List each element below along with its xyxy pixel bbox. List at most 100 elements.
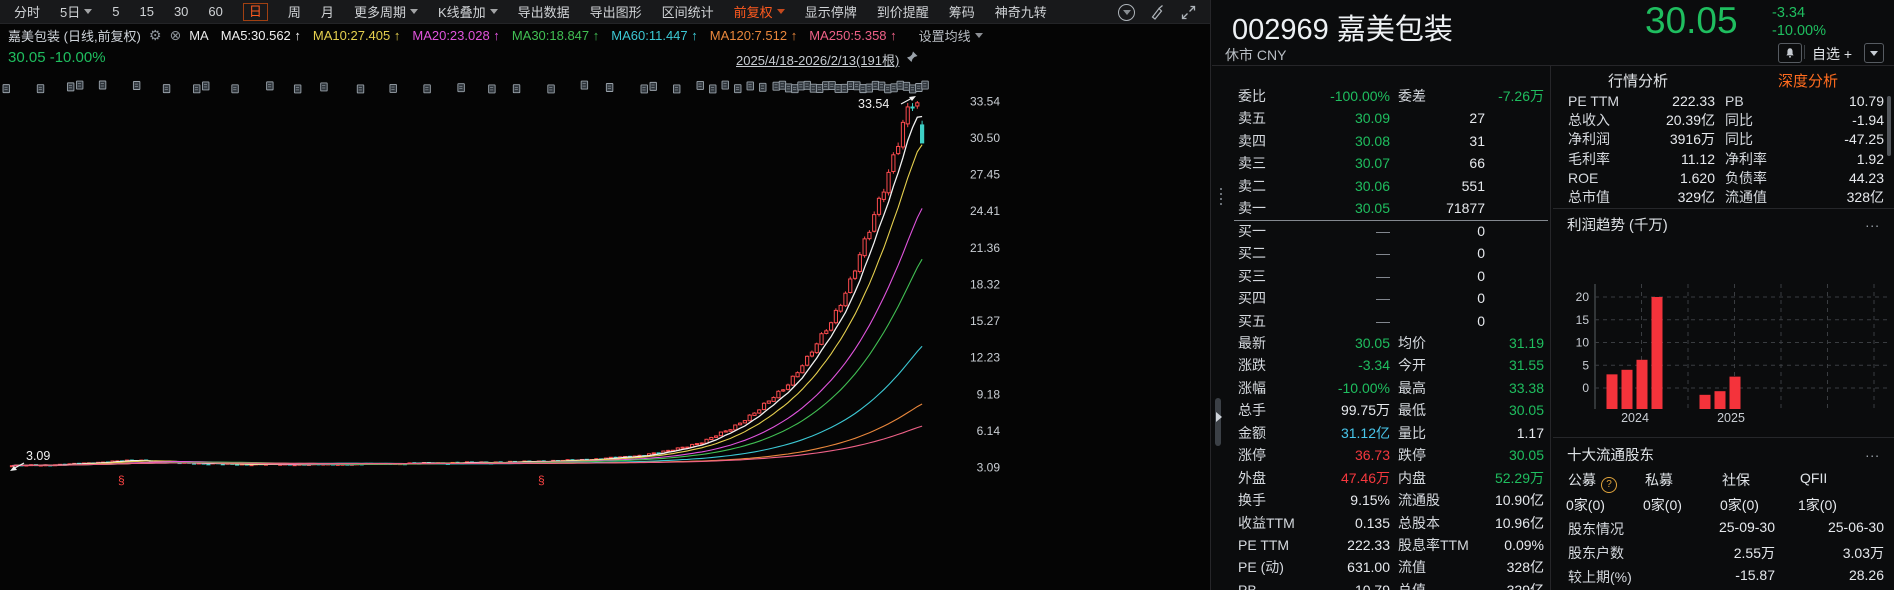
toolbar-item-周[interactable]: 周 [288,2,301,21]
watchlist-dropdown-button[interactable] [1864,43,1884,63]
history-dropdown-icon[interactable] [1118,4,1135,21]
stock-terminal-window: 分时 5日 5 15 30 60 日 周 月 更多周期 K线叠加 导出数据 导出图形 区间统计 前复权 显示停… [0,0,1894,590]
panel-divider[interactable] [1210,0,1211,590]
tab-market-analysis[interactable]: 行情分析 [1553,70,1723,91]
analysis-cell: 10.79 [1849,92,1884,110]
quote-row-卖三: 卖三30.0766 [1212,152,1548,174]
quote-cell: 631.00 [1347,556,1390,578]
quote-cell[interactable]: 30.08 [1355,130,1390,152]
add-watchlist-button[interactable]: 自选 + [1812,44,1852,64]
profit-y-label: 0 [1582,381,1589,395]
toolbar-item-显示停牌[interactable]: 显示停牌 [805,2,857,21]
holders-value: 25-09-30 [1719,519,1775,535]
toolbar-item-30[interactable]: 30 [174,4,188,19]
quote-row-买四: 买四—0 [1212,287,1548,309]
quote-cell: 均价 [1398,332,1426,354]
quote-row-换手: 换手9.15%流通股10.90亿 [1212,489,1548,511]
holders-value: 25-06-30 [1828,519,1884,535]
quote-cell[interactable]: 30.09 [1355,107,1390,129]
quote-cell: 股息率TTM [1398,534,1469,556]
toolbar-item-导出图形[interactable]: 导出图形 [590,2,642,21]
toolbar-item-区间统计[interactable]: 区间统计 [662,2,714,21]
toolbar-item-月[interactable]: 月 [321,2,334,21]
quote-cell: 0 [1477,310,1485,332]
quote-row-外盘: 外盘47.46万内盘52.29万 [1212,467,1548,489]
date-range-link[interactable]: 2025/4/18-2026/2/13(191根) [736,50,899,69]
quote-row-金额: 金额31.12亿量比1.17 [1212,422,1548,444]
quote-cell: 551 [1462,175,1485,197]
quote-cell[interactable]: — [1376,220,1390,242]
holders-value: 28.26 [1849,567,1884,583]
quote-cell: 36.73 [1355,444,1390,466]
y-axis-label: 30.50 [970,131,1000,145]
toolbar-item-日[interactable]: 日 [243,3,268,21]
toolbar-item-60[interactable]: 60 [208,4,222,19]
quote-cell[interactable]: 30.07 [1355,152,1390,174]
holders-col-QFII: QFII [1800,470,1827,486]
tab-depth-analysis[interactable]: 深度分析 [1723,70,1893,91]
toolbar-item-5日[interactable]: 5日 [60,2,92,21]
quote-cell: 30.05 [1509,399,1544,421]
quote-row-涨停: 涨停36.73跌停30.05 [1212,444,1548,466]
y-axis-label: 15.27 [970,314,1000,328]
indicator-settings-gear-icon[interactable]: ⚙ [149,27,162,44]
analysis-row-总市值: 总市值329亿流通值328亿 [1553,188,1894,206]
chart-last-price: 30.05 -10.00% [8,49,106,66]
quote-row-买一: 买一—0 [1212,220,1548,242]
quote-cell: 总股本 [1398,512,1440,534]
analysis-cell: 总收入 [1568,111,1610,129]
header-separator [1804,45,1805,59]
toolbar-item-前复权[interactable]: 前复权 [734,2,785,21]
quote-cell[interactable]: — [1376,242,1390,264]
y-axis-label: 24.41 [970,204,1000,218]
quote-cell: 金额 [1238,422,1266,444]
high-annotation: 33.54 [858,97,889,111]
quote-cell: PB [1238,579,1257,590]
toolbar-item-筹码[interactable]: 筹码 [949,2,975,21]
analysis-cell: 328亿 [1847,188,1884,206]
toolbar-item-分时[interactable]: 分时 [14,2,40,21]
quote-cell[interactable]: 30.05 [1355,197,1390,219]
toolbar-item-更多周期[interactable]: 更多周期 [354,2,418,21]
draw-brush-icon[interactable] [1149,4,1166,21]
quote-row-涨幅: 涨幅-10.00%最高33.38 [1212,377,1548,399]
alert-bell-button[interactable] [1778,43,1802,63]
ma-legend-row: 嘉美包装 (日线,前复权) ⚙ ⊗ MA MA5:30.562 ↑MA10:27… [0,24,1218,46]
analysis-cell: PB [1725,92,1744,110]
help-icon[interactable]: ? [1601,477,1617,493]
toolbar-item-15[interactable]: 15 [139,4,153,19]
quote-row-总手: 总手99.75万最低30.05 [1212,399,1548,421]
ma-legend-MA60: MA60:11.447 ↑ [611,28,697,43]
quote-cell: 买五 [1238,310,1266,332]
quote-cell[interactable]: — [1376,265,1390,287]
toolbar-item-到价提醒[interactable]: 到价提醒 [877,2,929,21]
toolbar-item-导出数据[interactable]: 导出数据 [518,2,570,21]
toolbar-item-5[interactable]: 5 [112,4,119,19]
quote-cell: 9.15% [1350,489,1390,511]
analysis-scrollbar-thumb[interactable] [1887,96,1891,156]
quote-cell: 0 [1477,220,1485,242]
quote-row-PE TTM: PE TTM222.33股息率TTM0.09% [1212,534,1548,556]
toolbar-item-K线叠加[interactable]: K线叠加 [438,2,498,21]
pin-icon[interactable] [905,50,919,64]
quote-cell: 买三 [1238,265,1266,287]
holders-value: -15.87 [1735,567,1775,583]
ma-settings-button[interactable]: 设置均线 [919,26,983,45]
quote-cell[interactable]: — [1376,287,1390,309]
quote-cell: 总手 [1238,399,1266,421]
toolbar-item-神奇九转[interactable]: 神奇九转 [995,2,1047,21]
quote-cell: 卖三 [1238,152,1266,174]
quote-row-涨跌: 涨跌-3.34今开31.55 [1212,354,1548,376]
holders-more-button[interactable]: ... [1865,444,1880,460]
candlestick-chart[interactable]: 33.5430.5027.4524.4121.3618.3215.2712.23… [0,70,1210,590]
quote-cell: 跌停 [1398,444,1426,466]
analysis-row-总收入: 总收入20.39亿同比-1.94 [1553,111,1894,129]
quote-cell[interactable]: — [1376,310,1390,332]
indicator-close-icon[interactable]: ⊗ [169,27,181,44]
quote-cell: 涨跌 [1238,354,1266,376]
change-percent: -10.00% [1772,22,1826,40]
fullscreen-icon[interactable] [1180,4,1197,21]
quote-cell: -3.34 [1358,354,1390,376]
quote-cell: 今开 [1398,354,1426,376]
quote-cell[interactable]: 30.06 [1355,175,1390,197]
